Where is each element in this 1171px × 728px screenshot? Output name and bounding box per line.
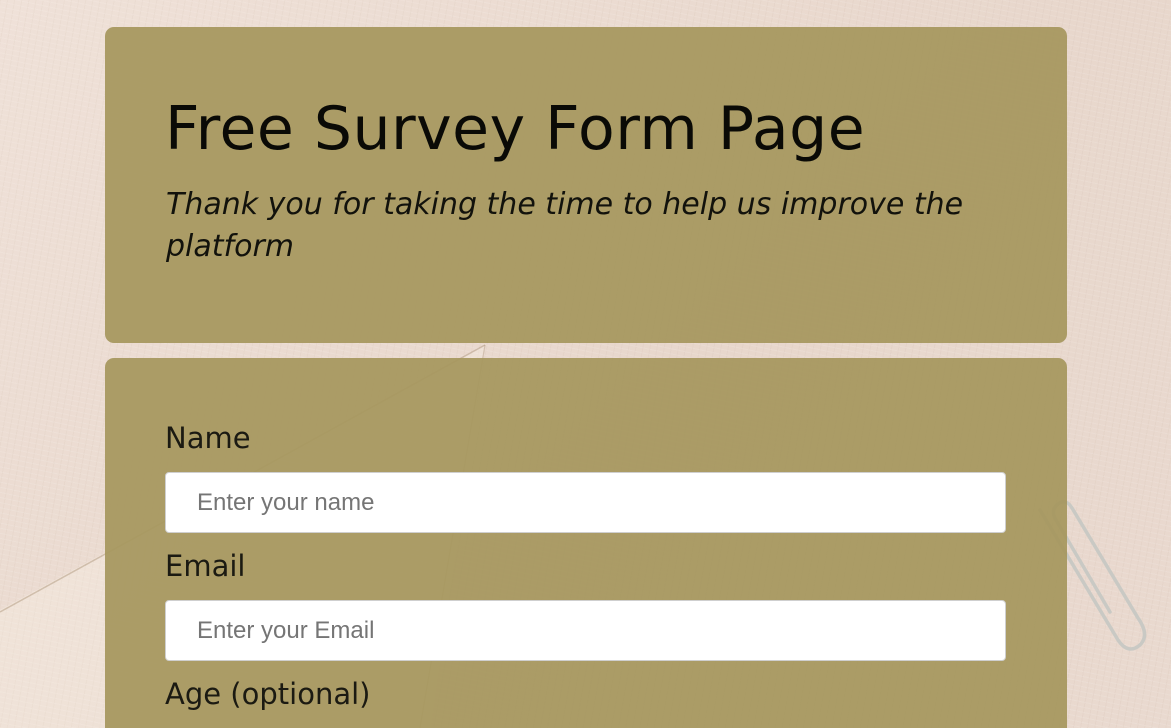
page-description: Thank you for taking the time to help us… [166, 187, 964, 264]
page-title: Free Survey Form Page [165, 94, 866, 164]
form-header-card: Free Survey Form Page Thank you for taki… [105, 27, 1067, 343]
email-input[interactable] [165, 600, 1006, 661]
age-label: Age (optional) [165, 677, 371, 711]
name-label: Name [165, 421, 251, 455]
name-input[interactable] [165, 472, 1006, 533]
email-label: Email [165, 549, 246, 583]
survey-form: Name Email Age (optional) [105, 358, 1067, 728]
